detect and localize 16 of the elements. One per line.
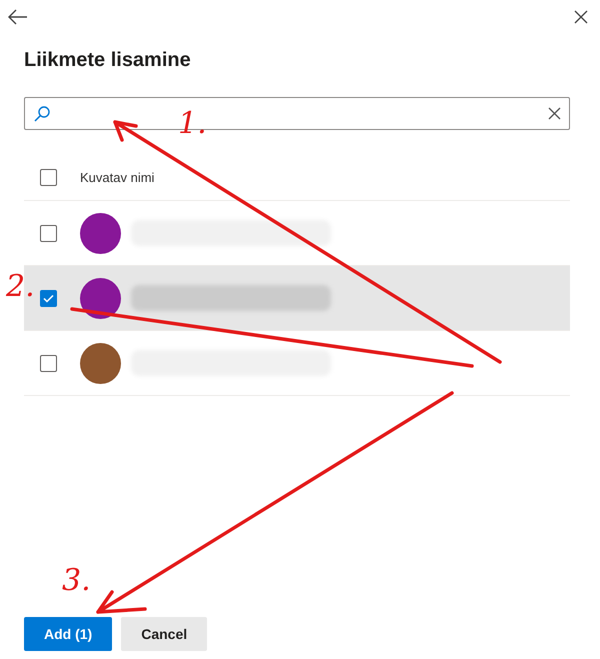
cancel-button[interactable]: Cancel bbox=[121, 617, 208, 651]
column-header: Kuvatav nimi bbox=[80, 168, 154, 187]
row-checkbox[interactable] bbox=[40, 354, 57, 372]
select-all-checkbox[interactable] bbox=[40, 169, 57, 186]
back-arrow-icon[interactable] bbox=[6, 7, 30, 27]
annotation-number: 3. bbox=[62, 563, 91, 598]
checkmark-icon bbox=[43, 294, 54, 302]
annotation-number: 1. bbox=[178, 106, 207, 141]
search-icon bbox=[33, 104, 51, 122]
panel-title: Liikmete lisamine bbox=[24, 48, 192, 73]
add-button[interactable]: Add (1) bbox=[24, 617, 112, 651]
clear-icon[interactable] bbox=[548, 107, 561, 120]
row-checkbox[interactable] bbox=[40, 290, 57, 306]
close-icon[interactable] bbox=[572, 8, 590, 26]
annotation-number: 2. bbox=[6, 269, 35, 304]
row-checkbox[interactable] bbox=[40, 224, 57, 242]
